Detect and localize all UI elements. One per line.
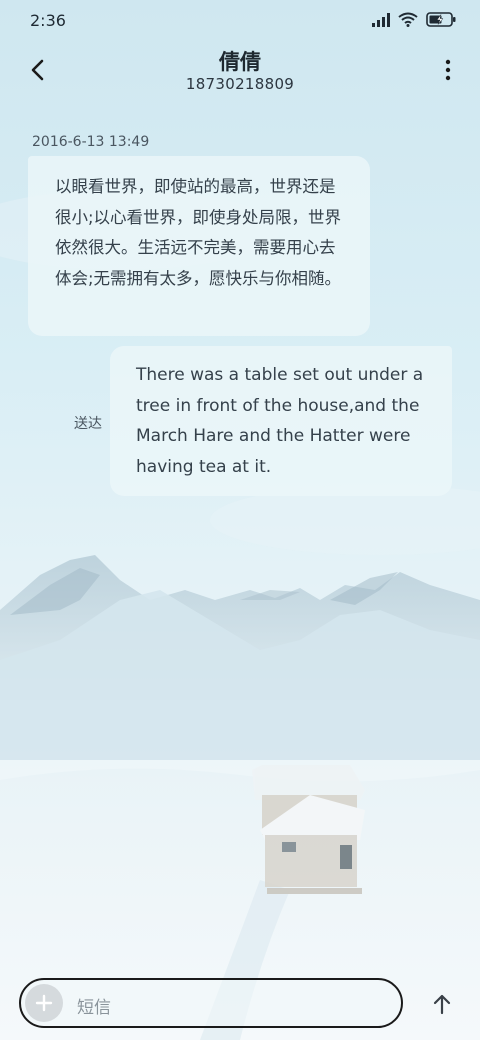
status-icons — [372, 12, 456, 27]
contact-number: 18730218809 — [185, 75, 295, 93]
more-options-button[interactable] — [438, 54, 458, 86]
message-input[interactable]: 短信 — [77, 993, 111, 1018]
signal-icon — [372, 12, 390, 27]
more-vertical-icon — [445, 59, 451, 81]
send-button[interactable] — [426, 988, 458, 1020]
status-bar: 2:36 — [0, 0, 480, 44]
status-time: 2:36 — [30, 11, 66, 30]
message-composer[interactable]: 短信 — [19, 978, 403, 1028]
outgoing-message-text: There was a table set out under a tree i… — [136, 365, 424, 477]
outgoing-message-bubble[interactable]: There was a table set out under a tree i… — [110, 346, 452, 496]
incoming-message-text: 以眼看世界，即使站的最高，世界还是很小;以心看世界，即使身处局限，世界依然很大。… — [55, 177, 342, 288]
contact-name: 倩倩 — [219, 50, 261, 74]
conversation-header: 倩倩 18730218809 — [0, 44, 480, 104]
battery-charging-icon — [426, 12, 456, 27]
plus-icon — [35, 994, 53, 1012]
arrow-up-icon — [433, 994, 451, 1015]
message-timestamp: 2016-6-13 13:49 — [32, 134, 150, 150]
incoming-message-bubble[interactable]: 以眼看世界，即使站的最高，世界还是很小;以心看世界，即使身处局限，世界依然很大。… — [28, 156, 370, 336]
delivery-status: 送达 — [74, 416, 102, 432]
add-attachment-button[interactable] — [25, 984, 63, 1022]
wifi-icon — [398, 12, 418, 27]
